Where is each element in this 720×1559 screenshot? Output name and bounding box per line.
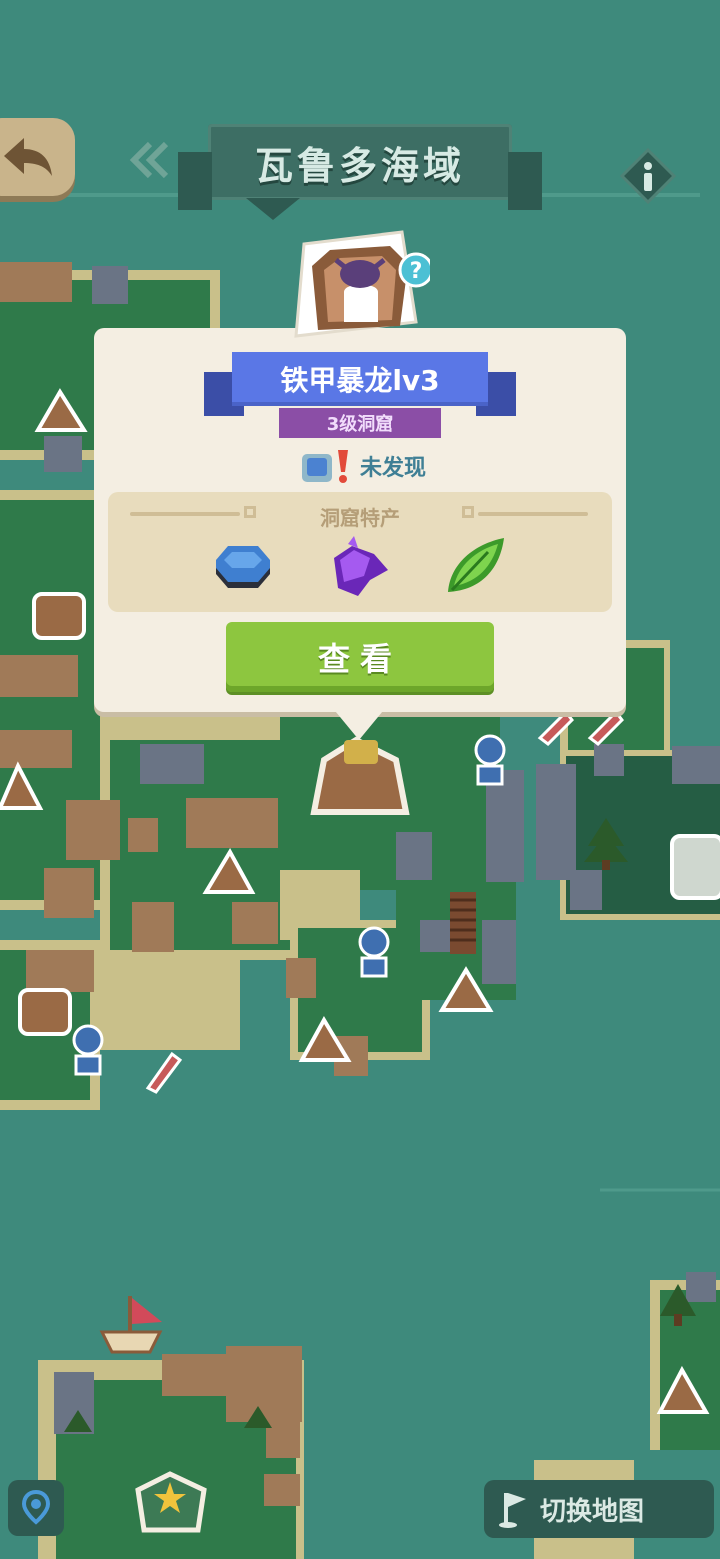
monster-name: 铁甲暴龙lv3 [280, 364, 440, 397]
monster-name-ribbon: 铁甲暴龙lv3 [204, 352, 516, 416]
banner-pointer-icon [246, 198, 300, 220]
back-arrow-icon [3, 138, 52, 176]
status-label: 未发现 [360, 456, 427, 481]
region-title: 瓦鲁多海域 [254, 143, 465, 188]
view-button-label: 查看 [317, 640, 402, 678]
cave-level-label: 3级洞窟 [326, 414, 394, 435]
switch-map-label: 切换地图 [540, 1496, 645, 1527]
switch-map-button[interactable]: 切换地图 [484, 1480, 714, 1538]
locate-button[interactable] [8, 1480, 64, 1536]
green-leaf-icon[interactable] [444, 534, 508, 602]
unknown-monster-cave-icon: ? [294, 230, 430, 338]
svg-text:?: ? [410, 259, 423, 284]
blue-ore-icon[interactable] [210, 536, 276, 598]
location-pin-icon [21, 1489, 51, 1525]
region-title-banner: 瓦鲁多海域 [178, 124, 542, 210]
cave-level-badge: 3级洞窟 [279, 408, 441, 438]
flag-icon [499, 1493, 526, 1528]
cave-products-panel: 洞窟特产 [108, 492, 612, 612]
view-button[interactable]: 查看 [226, 622, 494, 692]
breadcrumb-arrows-icon [129, 141, 169, 179]
products-title: 洞窟特产 [320, 506, 400, 530]
undiscovered-alert-icon [302, 450, 348, 483]
discovery-status: 未发现 [298, 446, 458, 486]
purple-crystal-icon[interactable] [324, 536, 394, 602]
popup-pointer [331, 706, 387, 740]
back-button[interactable] [0, 118, 75, 196]
info-icon[interactable] [620, 148, 676, 204]
